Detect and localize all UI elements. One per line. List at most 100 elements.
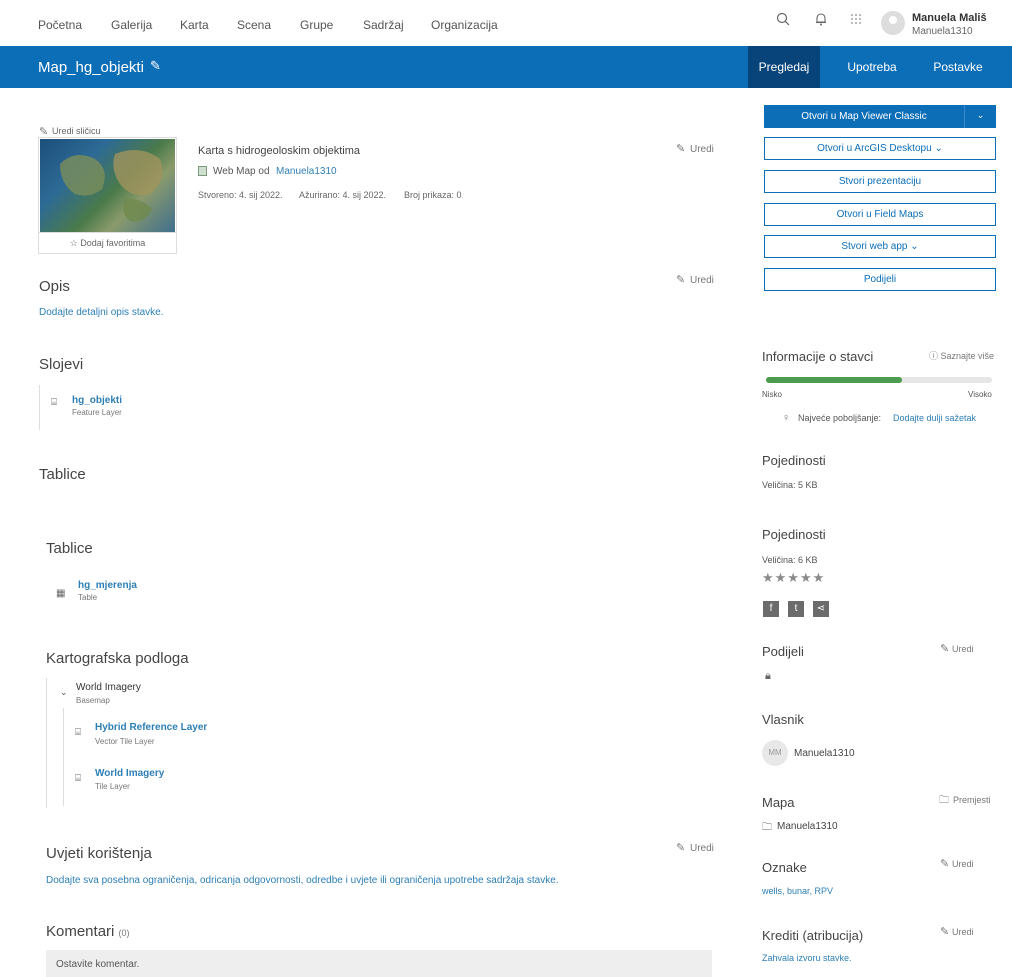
edit-thumbnail-link[interactable]: Uredi sličicu (52, 126, 101, 136)
basemap-heading: Kartografska podloga (46, 650, 189, 667)
item-size-2: Veličina: 6 KB (762, 555, 818, 565)
basemap-name: World Imagery (76, 682, 141, 693)
chevron-down-icon[interactable]: ⌄ (60, 687, 68, 698)
item-title: Map_hg_objekti (38, 59, 144, 76)
layers-heading: Slojevi (39, 356, 84, 373)
table-icon: ▦ (56, 588, 66, 599)
edit-title-pencil-icon[interactable]: ✎ (150, 58, 161, 74)
table-hg-mjerenja-link[interactable]: hg_mjerenja (78, 580, 137, 591)
credits-heading: Krediti (atribucija) (762, 928, 864, 943)
twitter-icon[interactable]: t (788, 601, 804, 617)
owner-name[interactable]: Manuela1310 (794, 748, 855, 759)
progress-high-label: Visoko (968, 390, 992, 399)
comments-count: (0) (118, 928, 130, 938)
comments-heading: Komentari (0) (46, 923, 130, 940)
share-heading: Podijeli (762, 644, 804, 659)
search-icon[interactable] (773, 12, 793, 32)
edit-summary-link[interactable]: Uredi (690, 144, 714, 155)
item-summary: Karta s hidrogeoloskim objektima (198, 145, 361, 157)
user-avatar[interactable] (881, 11, 905, 35)
create-presentation-button[interactable]: Stvori prezentaciju (764, 170, 996, 193)
edit-terms-link[interactable]: Uredi (690, 843, 714, 854)
move-link[interactable]: Premjesti (953, 795, 991, 805)
details-heading-1: Pojedinosti (762, 453, 826, 468)
add-longer-summary-link[interactable]: Dodajte dulji sažetak (893, 413, 976, 423)
description-heading: Opis (39, 278, 70, 295)
details-heading-2: Pojedinosti (762, 527, 826, 542)
edit-credits-link[interactable]: Uredi (952, 927, 974, 937)
edit-description-link[interactable]: Uredi (690, 275, 714, 286)
terms-heading: Uvjeti korištenja (46, 845, 152, 862)
tags-list[interactable]: wells, bunar, RPV (762, 886, 833, 896)
top-navigation: Početna Galerija Karta Scena Grupe Sadrž… (0, 0, 1012, 46)
folder-name: Manuela1310 (777, 821, 838, 832)
basemap-layers-divider (63, 708, 64, 806)
star-icon: ☆ (69, 238, 78, 248)
item-info-progress (766, 377, 992, 383)
layer-type: Feature Layer (72, 408, 122, 417)
tab-settings[interactable]: Postavke (918, 46, 998, 88)
add-credits-link[interactable]: Zahvala izvoru stavke. (762, 953, 852, 963)
open-map-viewer-classic-button[interactable]: Otvori u Map Viewer Classic (764, 105, 964, 128)
add-terms-link[interactable]: Dodajte sva posebna ograničenja, odrican… (46, 875, 559, 886)
view-count: Broj prikaza: 0 (404, 190, 462, 200)
tab-usage[interactable]: Upotreba (836, 46, 908, 88)
folder-icon: 🗀︎ (762, 822, 772, 833)
notification-bell-icon[interactable] (811, 12, 831, 32)
add-favorite-button[interactable]: ☆ Dodaj favoritima (38, 232, 177, 254)
edit-description-pencil-icon[interactable]: ✎ (676, 273, 685, 286)
facebook-icon[interactable]: f (763, 601, 779, 617)
tab-overview[interactable]: Pregledaj (748, 46, 820, 88)
user-name[interactable]: Manuela Mališ (912, 12, 987, 24)
feature-layer-icon: ⌸ (51, 397, 57, 408)
world-imagery-layer-link[interactable]: World Imagery (95, 768, 164, 779)
lock-icon: 🔒︎ (765, 670, 771, 682)
map-thumbnail (40, 139, 175, 232)
layer-hg-objekti-link[interactable]: hg_objekti (72, 395, 122, 406)
hybrid-reference-layer-link[interactable]: Hybrid Reference Layer (95, 722, 207, 733)
add-description-link[interactable]: Dodajte detaljni opis stavke. (39, 307, 164, 318)
share-link-icon[interactable]: ⋖ (813, 601, 829, 617)
nav-organization[interactable]: Organizacija (431, 18, 498, 32)
app-launcher-icon[interactable] (846, 12, 866, 32)
share-button[interactable]: Podijeli (764, 268, 996, 291)
user-handle: Manuela1310 (912, 26, 973, 37)
folder-heading: Mapa (762, 795, 795, 810)
open-field-maps-button[interactable]: Otvori u Field Maps (764, 203, 996, 226)
basemap-type: Basemap (76, 696, 110, 705)
folder-move-icon[interactable]: 🗀︎ (939, 793, 949, 810)
open-arcgis-desktop-button[interactable]: Otvori u ArcGIS Desktopu ⌄ (764, 137, 996, 160)
top-improvement-label: Najveće poboljšanje: (798, 413, 882, 423)
item-type-prefix: Web Map od (213, 166, 270, 177)
nav-groups[interactable]: Grupe (300, 18, 333, 32)
tile-layer-icon: ⌸ (75, 773, 81, 784)
rating-stars[interactable]: ★★★★★ (762, 570, 825, 586)
nav-scene[interactable]: Scena (237, 18, 271, 32)
nav-map[interactable]: Karta (180, 18, 209, 32)
nav-home[interactable]: Početna (38, 18, 82, 32)
create-web-app-button[interactable]: Stvori web app ⌄ (764, 235, 996, 258)
owner-link[interactable]: Manuela1310 (276, 166, 337, 177)
layers-divider (39, 385, 40, 430)
edit-share-link[interactable]: Uredi (952, 644, 974, 654)
web-map-icon (198, 166, 207, 176)
nav-gallery[interactable]: Galerija (111, 18, 152, 32)
edit-terms-pencil-icon[interactable]: ✎ (676, 841, 685, 854)
edit-tags-pencil-icon[interactable]: ✎ (940, 857, 949, 870)
edit-share-pencil-icon[interactable]: ✎ (940, 642, 949, 655)
edit-summary-pencil-icon[interactable]: ✎ (676, 142, 685, 155)
basemap-divider (46, 678, 47, 808)
comment-input[interactable]: Ostavite komentar. (46, 950, 712, 977)
owner-avatar[interactable]: MM (762, 740, 788, 766)
open-map-viewer-dropdown-chevron-icon[interactable]: ⌄ (964, 105, 996, 128)
hybrid-layer-type: Vector Tile Layer (95, 737, 155, 746)
chevron-down-icon: ⌄ (910, 241, 919, 252)
item-info-progress-fill (766, 377, 902, 383)
item-size-1: Veličina: 5 KB (762, 480, 818, 490)
edit-tags-link[interactable]: Uredi (952, 859, 974, 869)
learn-more-link[interactable]: ⓘ Saznajte više (929, 349, 994, 362)
item-title-bar: Map_hg_objekti ✎ Pregledaj Upotreba Post… (0, 46, 1012, 88)
edit-credits-pencil-icon[interactable]: ✎ (940, 925, 949, 938)
table-type: Table (78, 593, 98, 602)
nav-content[interactable]: Sadržaj (363, 18, 404, 32)
